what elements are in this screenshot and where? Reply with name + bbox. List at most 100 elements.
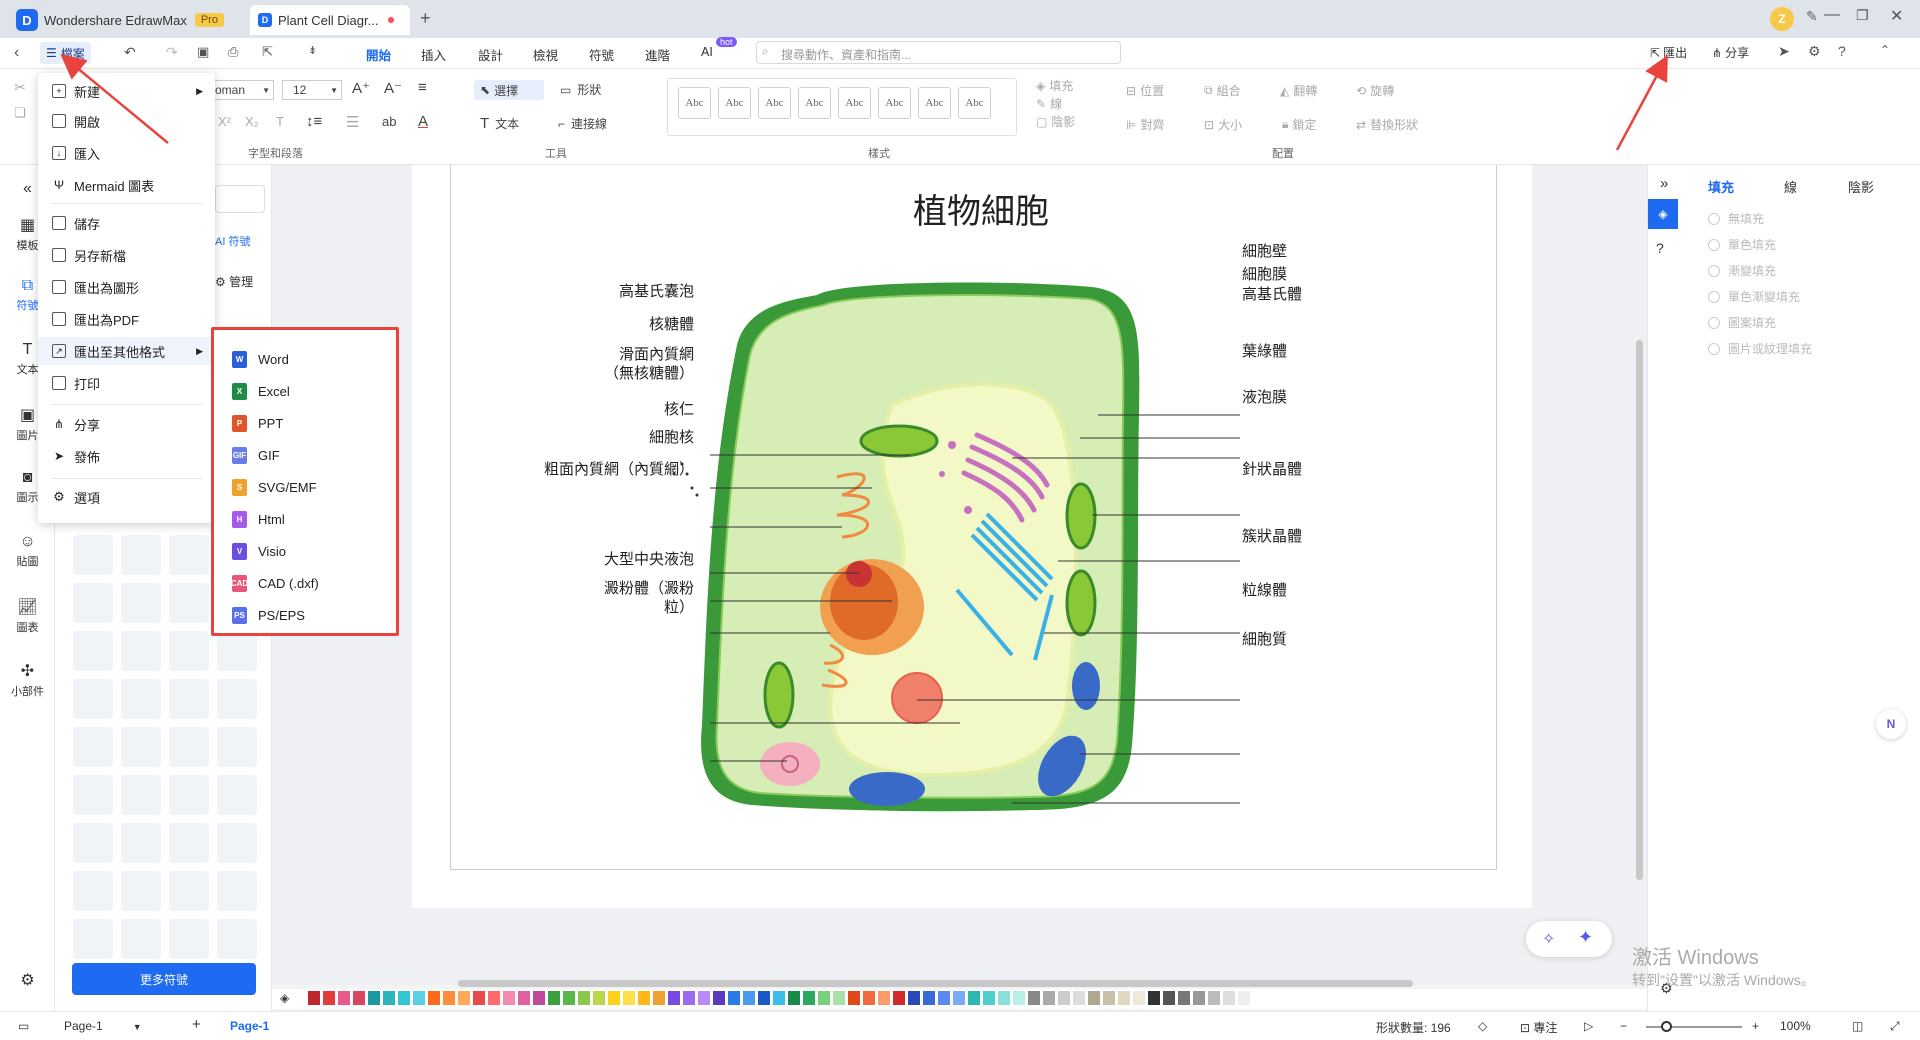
zoom-out-icon[interactable]: − — [1620, 1019, 1627, 1033]
menu-item-export-image[interactable]: 匯出為圖形 — [38, 273, 215, 301]
nucleolus[interactable] — [846, 561, 872, 587]
color-swatch[interactable] — [1208, 991, 1220, 1005]
color-swatch[interactable] — [1238, 991, 1250, 1005]
focus-button[interactable]: ⊡ 專注 — [1520, 1019, 1557, 1036]
restore-icon[interactable]: ❐ — [1856, 7, 1869, 24]
color-swatch[interactable] — [743, 991, 755, 1005]
redo-icon[interactable]: ↷ — [166, 44, 178, 61]
line-spacing-icon[interactable]: ↕≡ — [306, 113, 322, 130]
tab-fill[interactable]: 填充 — [1708, 177, 1734, 196]
rail-widgets[interactable]: ✣ 小部件 — [0, 661, 55, 699]
color-swatch[interactable] — [428, 991, 440, 1005]
menu-item-export-pdf[interactable]: 匯出為PDF — [38, 305, 215, 333]
color-swatch[interactable] — [398, 991, 410, 1005]
font-size-select[interactable]: 12 ▼ — [282, 80, 342, 100]
style-swatch[interactable]: Abc — [838, 87, 871, 119]
search-input[interactable]: 搜尋動作、資產和指南... — [756, 41, 1121, 64]
color-swatch[interactable] — [1118, 991, 1130, 1005]
color-swatch[interactable] — [563, 991, 575, 1005]
label-cell-membrane[interactable]: 細胞膜 — [1242, 263, 1287, 284]
sparkle-icon[interactable]: ✦ — [1578, 927, 1593, 948]
help-circle-icon[interactable]: ? — [1656, 240, 1664, 256]
rail-charts[interactable]: 📈︎ 圖表 — [0, 597, 55, 635]
color-swatch[interactable] — [1103, 991, 1115, 1005]
menu-item-publish[interactable]: ➤ 發佈 — [38, 442, 215, 470]
more-quick-icon[interactable]: ⇟ — [308, 44, 317, 57]
color-swatch[interactable] — [338, 991, 350, 1005]
color-swatch[interactable] — [383, 991, 395, 1005]
symbol-thumbnail[interactable] — [121, 583, 161, 623]
symbol-thumbnail[interactable] — [169, 823, 209, 863]
bullets-icon[interactable]: ☰ — [346, 113, 359, 131]
menu-item-export-other[interactable]: ↗ 匯出至其他格式 ▶ — [38, 337, 215, 365]
share-button[interactable]: ⋔ 分享 — [1712, 44, 1749, 61]
size-button[interactable]: ⊡ 大小 — [1204, 116, 1242, 133]
label-smooth-er-note[interactable]: （無核糖體） — [574, 362, 694, 383]
color-swatch[interactable] — [758, 991, 770, 1005]
mitochondrion[interactable] — [1072, 662, 1100, 710]
symbol-thumbnail[interactable] — [169, 919, 209, 959]
color-swatch[interactable] — [818, 991, 830, 1005]
menu-item-print[interactable]: 打印 — [38, 369, 215, 397]
color-swatch[interactable] — [953, 991, 965, 1005]
export-svg-emf-item[interactable]: S SVG/EMF — [232, 477, 317, 497]
color-swatch[interactable] — [788, 991, 800, 1005]
druse-crystal[interactable] — [891, 672, 943, 724]
symbol-thumbnail[interactable] — [217, 823, 257, 863]
golgi-vesicle[interactable] — [964, 506, 972, 514]
align-icon[interactable]: ≡ — [418, 79, 427, 96]
color-swatch[interactable] — [1133, 991, 1145, 1005]
chloroplast[interactable] — [1065, 569, 1097, 637]
save-icon[interactable]: ▣ — [197, 44, 209, 60]
ai-symbol-link[interactable]: AI 符號 — [215, 233, 250, 249]
tab-design[interactable]: 設計 — [478, 45, 503, 64]
color-swatch[interactable] — [1013, 991, 1025, 1005]
color-swatch[interactable] — [668, 991, 680, 1005]
label-nucleus[interactable]: 細胞核 — [574, 426, 694, 447]
color-swatch[interactable] — [713, 991, 725, 1005]
collapse-ribbon-icon[interactable]: ⌃ — [1880, 43, 1890, 57]
symbol-thumbnail[interactable] — [121, 535, 161, 575]
color-swatch[interactable] — [938, 991, 950, 1005]
color-swatch[interactable] — [983, 991, 995, 1005]
chloroplast[interactable] — [859, 424, 939, 458]
mitochondrion[interactable] — [849, 772, 925, 806]
manage-button[interactable]: ⚙ 管理 — [215, 273, 253, 290]
symbol-thumbnail[interactable] — [121, 679, 161, 719]
label-chloroplast[interactable]: 葉綠體 — [1242, 340, 1287, 361]
menu-item-import[interactable]: ↓ 匯入 — [38, 139, 215, 167]
library-search-input[interactable] — [215, 185, 265, 213]
rotate-button[interactable]: ⟲ 旋轉 — [1356, 82, 1394, 99]
document-tab[interactable]: D Plant Cell Diagr... — [250, 5, 410, 35]
color-swatch[interactable] — [863, 991, 875, 1005]
label-smooth-er[interactable]: 滑面內質網 — [574, 343, 694, 364]
gear-icon[interactable]: ⚙ — [1808, 43, 1821, 60]
label-cytoplasm[interactable]: 細胞質 — [1242, 628, 1287, 649]
vertical-scrollbar[interactable] — [1636, 340, 1643, 880]
color-swatch[interactable] — [413, 991, 425, 1005]
menu-item-open[interactable]: 開啟 — [38, 107, 215, 135]
symbol-thumbnail[interactable] — [121, 823, 161, 863]
color-swatch[interactable] — [638, 991, 650, 1005]
color-swatch[interactable] — [923, 991, 935, 1005]
symbol-thumbnail[interactable] — [121, 871, 161, 911]
fill-option[interactable]: 單色漸變填充 — [1708, 288, 1800, 305]
plant-cell-diagram[interactable] — [412, 165, 1532, 908]
export-word-item[interactable]: W Word — [232, 349, 289, 369]
color-swatch[interactable] — [1178, 991, 1190, 1005]
color-swatch[interactable] — [728, 991, 740, 1005]
text-tool-button[interactable]: T 文本 — [480, 115, 519, 132]
superscript-icon[interactable]: X² — [218, 114, 231, 129]
tab-home[interactable]: 開始 — [366, 45, 392, 72]
color-swatch[interactable] — [608, 991, 620, 1005]
magic-wand-icon[interactable]: ✧ — [1542, 929, 1555, 949]
symbol-thumbnail[interactable] — [169, 583, 209, 623]
zoom-slider-thumb[interactable] — [1661, 1021, 1672, 1032]
color-swatch[interactable] — [488, 991, 500, 1005]
symbol-thumbnail[interactable] — [73, 727, 113, 767]
symbol-thumbnail[interactable] — [169, 535, 209, 575]
increase-font-icon[interactable]: A⁺ — [352, 79, 370, 97]
color-swatch[interactable] — [503, 991, 515, 1005]
font-family-select[interactable]: oman ▼ — [212, 80, 274, 100]
label-mitochondrion[interactable]: 粒線體 — [1242, 579, 1287, 600]
